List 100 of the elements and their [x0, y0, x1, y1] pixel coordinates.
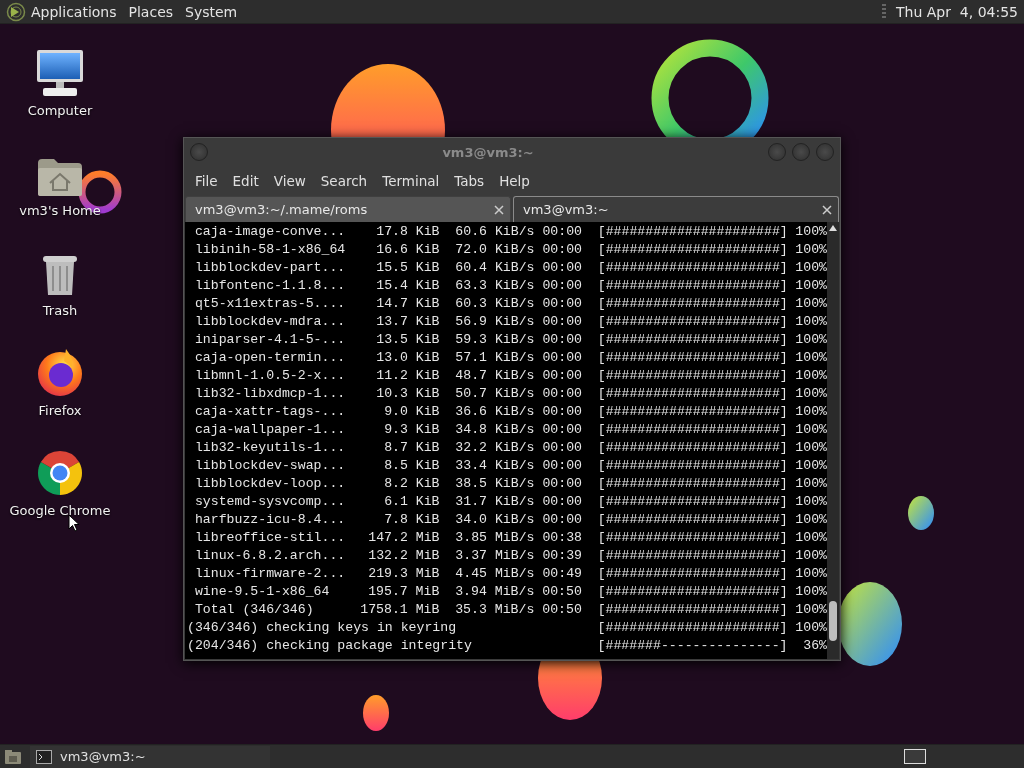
progress-text: [######################]	[597, 511, 788, 529]
package-name: Total (346/346)	[194, 601, 315, 619]
scrollbar[interactable]	[827, 222, 839, 659]
desktop-icon-label[interactable]: Computer	[27, 103, 93, 118]
menu-item[interactable]: Tabs	[447, 173, 493, 189]
progress-text: [######################]	[597, 313, 788, 331]
package-name: qt5-x11extras-5....	[194, 295, 346, 313]
menu-item[interactable]: Search	[313, 173, 376, 189]
menu-logo-icon[interactable]	[6, 1, 26, 22]
desktop-icon-label[interactable]: Trash	[42, 303, 78, 318]
progress-text: [######################]	[597, 457, 788, 475]
terminal-tab[interactable]: vm3@vm3:~/.mame/roms	[185, 196, 511, 222]
download-size: 13.7 KiB	[375, 313, 440, 331]
percent-text: 100%	[794, 349, 827, 367]
package-name: caja-image-conve...	[194, 223, 346, 241]
progress-text: [######################]	[597, 403, 788, 421]
menu-item[interactable]: View	[266, 173, 314, 189]
download-rate: 4.45 MiB/s	[455, 565, 535, 583]
progress-text: [######################]	[597, 565, 788, 583]
scroll-up-icon[interactable]	[829, 225, 837, 231]
scrollbar-thumb[interactable]	[829, 601, 837, 641]
download-size: 11.2 KiB	[375, 367, 440, 385]
download-rate: 60.3 KiB/s	[455, 295, 535, 313]
percent-text: 100%	[794, 457, 827, 475]
percent-text: 100%	[794, 475, 827, 493]
download-size: 7.8 KiB	[383, 511, 440, 529]
terminal-tab[interactable]: vm3@vm3:~	[513, 196, 839, 222]
package-name: caja-open-termin...	[194, 349, 346, 367]
download-size: 10.3 KiB	[375, 385, 440, 403]
progress-text: [######################]	[597, 223, 788, 241]
download-size: 15.4 KiB	[375, 277, 440, 295]
percent-text: 100%	[794, 295, 827, 313]
percent-text: 100%	[794, 529, 827, 547]
percent-text: 100%	[794, 601, 827, 619]
show-desktop-icon[interactable]	[4, 748, 22, 765]
desktop-icon-label[interactable]: vm3's Home	[19, 203, 101, 218]
taskbar-button[interactable]: vm3@vm3:~	[30, 745, 270, 768]
download-rate: 48.7 KiB/s	[455, 367, 535, 385]
elapsed-time: 00:00	[542, 403, 582, 421]
progress-text: [######################]	[597, 583, 788, 601]
download-rate: 36.6 KiB/s	[455, 403, 535, 421]
package-name: libblockdev-loop...	[194, 475, 346, 493]
progress-text: [######################]	[597, 421, 788, 439]
download-rate: 3.85 MiB/s	[455, 529, 535, 547]
download-size: 195.7 MiB	[367, 583, 440, 601]
progress-text: [#######---------------]	[597, 637, 788, 655]
clock[interactable]: Thu Apr 4, 04:55	[889, 3, 1018, 20]
desktop-icon-label[interactable]: Firefox	[38, 403, 82, 418]
percent-text: 100%	[794, 241, 827, 259]
panel-menu[interactable]: System	[180, 3, 243, 20]
download-rate: 34.8 KiB/s	[455, 421, 535, 439]
menu-item[interactable]: File	[188, 173, 226, 189]
elapsed-time: 00:00	[542, 457, 582, 475]
package-name: libfontenc-1.1.8...	[194, 277, 346, 295]
package-name: iniparser-4.1-5-...	[194, 331, 346, 349]
menu-item[interactable]: Terminal	[375, 173, 448, 189]
package-name: libblockdev-part...	[194, 259, 346, 277]
progress-text: [######################]	[597, 259, 788, 277]
menu-item[interactable]: Edit	[225, 173, 267, 189]
download-rate: 3.37 MiB/s	[455, 547, 535, 565]
percent-text: 100%	[794, 367, 827, 385]
package-name: libinih-58-1-x86_64	[194, 241, 346, 259]
download-size: 9.3 KiB	[383, 421, 440, 439]
panel-menu[interactable]: Applications	[26, 3, 122, 20]
package-name: caja-wallpaper-1...	[194, 421, 346, 439]
elapsed-time: 00:00	[542, 313, 582, 331]
workspace-switcher[interactable]	[904, 749, 926, 764]
download-rate: 31.7 KiB/s	[455, 493, 535, 511]
download-rate: 50.7 KiB/s	[455, 385, 535, 403]
package-name: libblockdev-mdra...	[194, 313, 346, 331]
package-name: linux-firmware-2...	[194, 565, 346, 583]
progress-text: [######################]	[597, 619, 788, 637]
download-size: 16.6 KiB	[375, 241, 440, 259]
elapsed-time: 00:00	[542, 223, 582, 241]
elapsed-time: 00:00	[542, 493, 582, 511]
download-rate: 60.4 KiB/s	[455, 259, 535, 277]
browser-globe-icon	[36, 347, 84, 397]
package-name: caja-xattr-tags-...	[194, 403, 346, 421]
menu-item[interactable]: Help	[492, 173, 538, 189]
download-rate: 34.0 KiB/s	[455, 511, 535, 529]
panel-menu[interactable]: Places	[123, 3, 179, 20]
download-rate: 56.9 KiB/s	[455, 313, 535, 331]
package-name: linux-6.8.2.arch...	[194, 547, 346, 565]
desktop-icon-label[interactable]: Google Chrome	[9, 503, 111, 518]
elapsed-time: 00:00	[542, 259, 582, 277]
elapsed-time: 00:00	[542, 241, 582, 259]
percent-text: 100%	[794, 439, 827, 457]
percent-text: 100%	[794, 511, 827, 529]
elapsed-time: 00:00	[542, 277, 582, 295]
percent-text: 100%	[794, 331, 827, 349]
computer-icon	[35, 49, 85, 97]
package-name: libreoffice-stil...	[194, 529, 346, 547]
elapsed-time: 00:50	[542, 601, 582, 619]
download-size: 132.2 MiB	[367, 547, 440, 565]
close-tab-icon[interactable]	[822, 204, 832, 215]
download-size: 13.0 KiB	[375, 349, 440, 367]
download-rate: 32.2 KiB/s	[455, 439, 535, 457]
download-rate: 38.5 KiB/s	[455, 475, 535, 493]
package-name: wine-9.5-1-x86_64	[194, 583, 331, 601]
close-tab-icon[interactable]	[494, 204, 504, 215]
